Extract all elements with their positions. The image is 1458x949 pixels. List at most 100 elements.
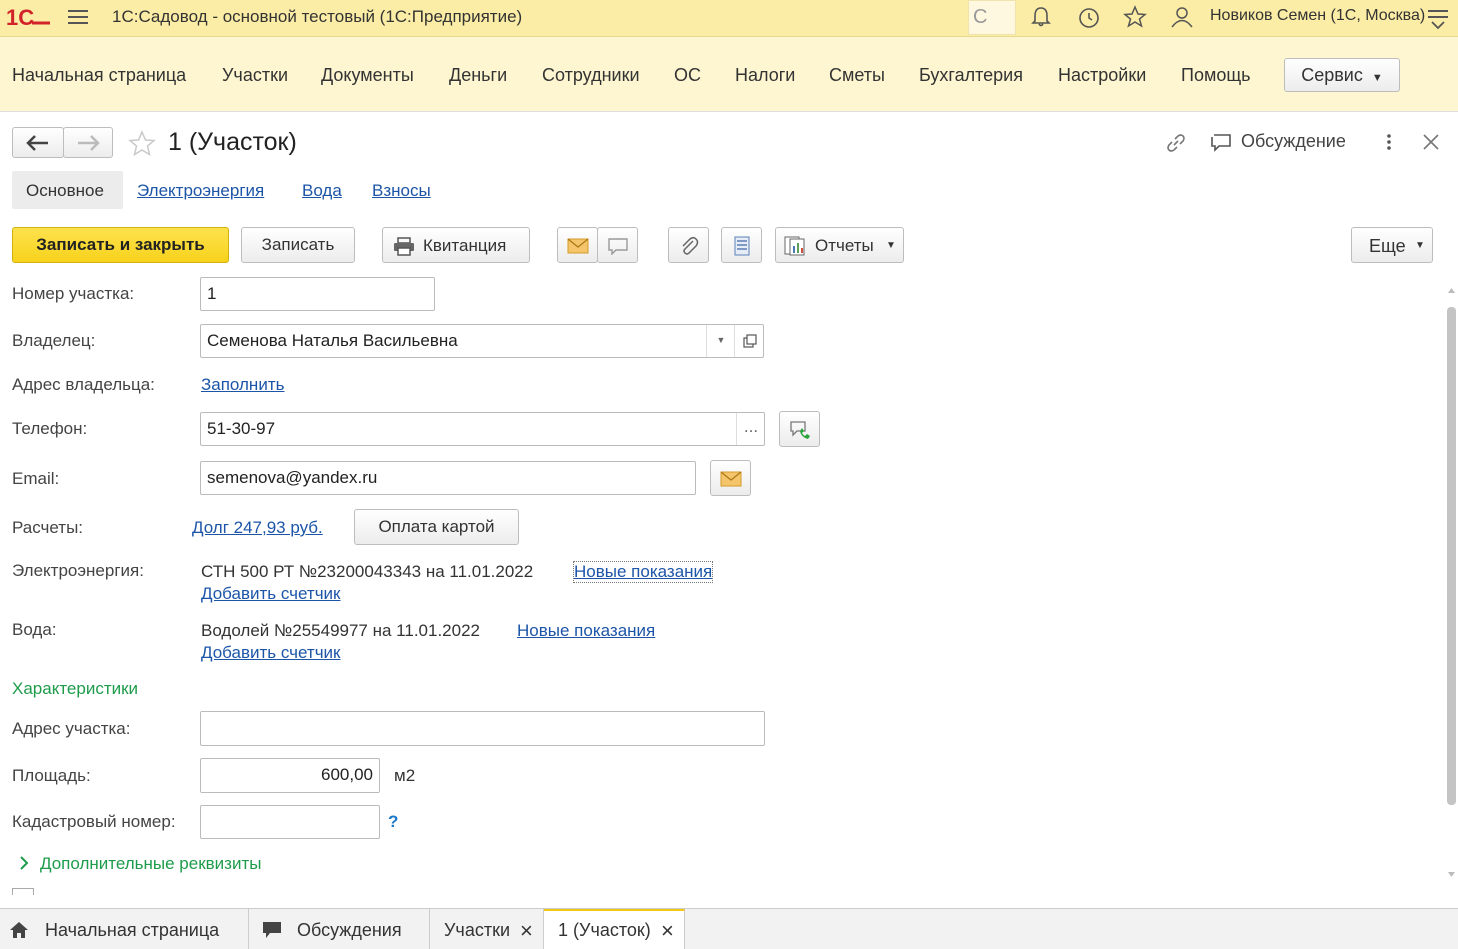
link-icon[interactable] (1164, 131, 1188, 155)
bell-icon[interactable] (1030, 6, 1052, 28)
tab-main-label: Основное (26, 181, 104, 200)
area-input[interactable]: 600,00 (200, 758, 380, 793)
menu-item-documents[interactable]: Документы (321, 65, 414, 86)
call-button[interactable] (779, 411, 820, 447)
1c-logo-icon[interactable]: 1С (6, 5, 50, 29)
tab-main[interactable]: Основное (12, 171, 123, 209)
receipt-button[interactable]: Квитанция (382, 227, 530, 263)
electricity-new-readings-link[interactable]: Новые показания (572, 561, 714, 583)
owner-input[interactable]: Семенова Наталья Васильевна ▼ (200, 324, 764, 358)
discussion-link[interactable]: Обсуждение (1241, 131, 1346, 152)
document-list-icon (734, 236, 749, 256)
open-window-icon (742, 334, 757, 348)
users-icon[interactable] (1170, 6, 1194, 28)
app-title: 1С:Садовод - основной тестовый (1С:Предп… (112, 7, 523, 26)
window-tab-discussions[interactable]: Обсуждения (249, 909, 430, 949)
window-tab-home-label: Начальная страница (45, 920, 220, 940)
forward-button[interactable] (63, 127, 113, 158)
envelope-icon (567, 238, 588, 254)
arrow-right-icon (78, 135, 100, 151)
window-tab-current-label: 1 (Участок) (558, 920, 651, 940)
fill-address-link[interactable]: Заполнить (201, 375, 284, 395)
service-label: Сервис (1301, 65, 1363, 85)
window-tab-current[interactable]: 1 (Участок) × (544, 909, 685, 949)
printer-icon (394, 237, 414, 256)
owner-label: Владелец: (12, 331, 96, 350)
more-button[interactable]: Еще ▼ (1351, 227, 1433, 263)
area-label: Площадь: (12, 766, 91, 785)
water-meter: Водолей №25549977 на 11.01.2022 (201, 621, 480, 640)
service-button[interactable]: Сервис ▼ (1284, 58, 1400, 92)
plot-number-input[interactable]: 1 (200, 277, 435, 311)
plot-address-input[interactable] (200, 711, 765, 746)
phone-input[interactable]: 51-30-97 ... (200, 412, 765, 446)
send-message-button[interactable] (597, 227, 638, 263)
plot-number-label: Номер участка: (12, 284, 135, 303)
chevron-right-icon[interactable] (18, 855, 30, 871)
envelope-icon (720, 471, 741, 487)
save-button[interactable]: Записать (241, 227, 355, 263)
menu-item-employees[interactable]: Сотрудники (542, 65, 640, 86)
phone-value: 51-30-97 (207, 419, 276, 438)
save-close-button[interactable]: Записать и закрыть (12, 227, 229, 263)
help-icon[interactable]: ? (388, 812, 398, 832)
paperclip-icon (681, 236, 698, 255)
favorites-star-icon[interactable] (1123, 5, 1147, 29)
email-input[interactable]: semenova@yandex.ru (200, 461, 696, 495)
attachments-button[interactable] (668, 227, 709, 263)
favorite-star-icon[interactable] (128, 130, 156, 156)
section-menu: Начальная страница Участки Документы Ден… (0, 37, 1458, 112)
electricity-label: Электроэнергия: (12, 561, 144, 580)
menu-item-fixed-assets[interactable]: ОС (674, 65, 701, 86)
home-icon (10, 922, 28, 938)
search-box[interactable]: С (968, 0, 1016, 35)
hamburger-menu-icon[interactable] (67, 7, 89, 27)
title-bar: 1С 1С:Садовод - основной тестовый (1С:Пр… (0, 0, 1458, 37)
extra-attributes-group[interactable]: Дополнительные реквизиты (40, 854, 261, 874)
menu-item-money[interactable]: Деньги (449, 65, 507, 86)
phone-label: Телефон: (12, 419, 88, 438)
send-email-field-button[interactable] (710, 460, 751, 496)
close-icon[interactable] (1422, 133, 1440, 151)
checkbox-partial[interactable] (12, 888, 34, 895)
dropdown-chevron-icon[interactable]: ▼ (706, 325, 735, 357)
user-name[interactable]: Новиков Семен (1С, Москва) (1210, 7, 1425, 25)
tab-electricity[interactable]: Электроэнергия (137, 181, 264, 201)
search-glyph: С (973, 6, 988, 28)
debt-link[interactable]: Долг 247,93 руб. (192, 518, 323, 538)
electricity-add-meter-link[interactable]: Добавить счетчик (201, 584, 341, 604)
phone-select-button[interactable]: ... (736, 413, 765, 445)
card-payment-button[interactable]: Оплата картой (354, 509, 519, 545)
open-owner-button[interactable] (734, 325, 764, 357)
menu-item-taxes[interactable]: Налоги (735, 65, 795, 86)
water-new-readings-link[interactable]: Новые показания (517, 621, 655, 641)
reports-button[interactable]: Отчеты ▼ (775, 227, 904, 263)
arrow-left-icon (26, 135, 48, 151)
window-tab-plots-label: Участки (444, 920, 510, 940)
tab-contributions[interactable]: Взносы (372, 181, 431, 201)
menu-item-help[interactable]: Помощь (1181, 65, 1251, 86)
chevron-down-icon: ▼ (886, 240, 896, 251)
close-icon[interactable]: × (661, 918, 674, 944)
menu-item-home[interactable]: Начальная страница (12, 65, 186, 86)
list-button[interactable] (721, 227, 762, 263)
back-button[interactable] (12, 127, 64, 158)
menu-item-estimates[interactable]: Сметы (829, 65, 885, 86)
scrollbar[interactable] (1445, 283, 1458, 883)
cadastral-input[interactable] (200, 805, 380, 839)
window-tab-plots[interactable]: Участки × (430, 909, 544, 949)
svg-text:1С: 1С (6, 5, 34, 29)
close-icon[interactable]: × (520, 918, 533, 944)
tab-water[interactable]: Вода (302, 181, 342, 201)
water-add-meter-link[interactable]: Добавить счетчик (201, 643, 341, 663)
menu-item-accounting[interactable]: Бухгалтерия (919, 65, 1023, 86)
history-icon[interactable] (1077, 6, 1101, 30)
menu-item-settings[interactable]: Настройки (1058, 65, 1146, 86)
window-tab-home[interactable]: Начальная страница (0, 909, 249, 949)
window-menu-icon[interactable] (1427, 8, 1449, 30)
menu-item-plots[interactable]: Участки (222, 65, 288, 86)
send-email-button[interactable] (557, 227, 598, 263)
discussion-icon[interactable] (1209, 131, 1233, 153)
more-vertical-icon[interactable] (1384, 132, 1394, 152)
form-title: 1 (Участок) (168, 128, 297, 156)
